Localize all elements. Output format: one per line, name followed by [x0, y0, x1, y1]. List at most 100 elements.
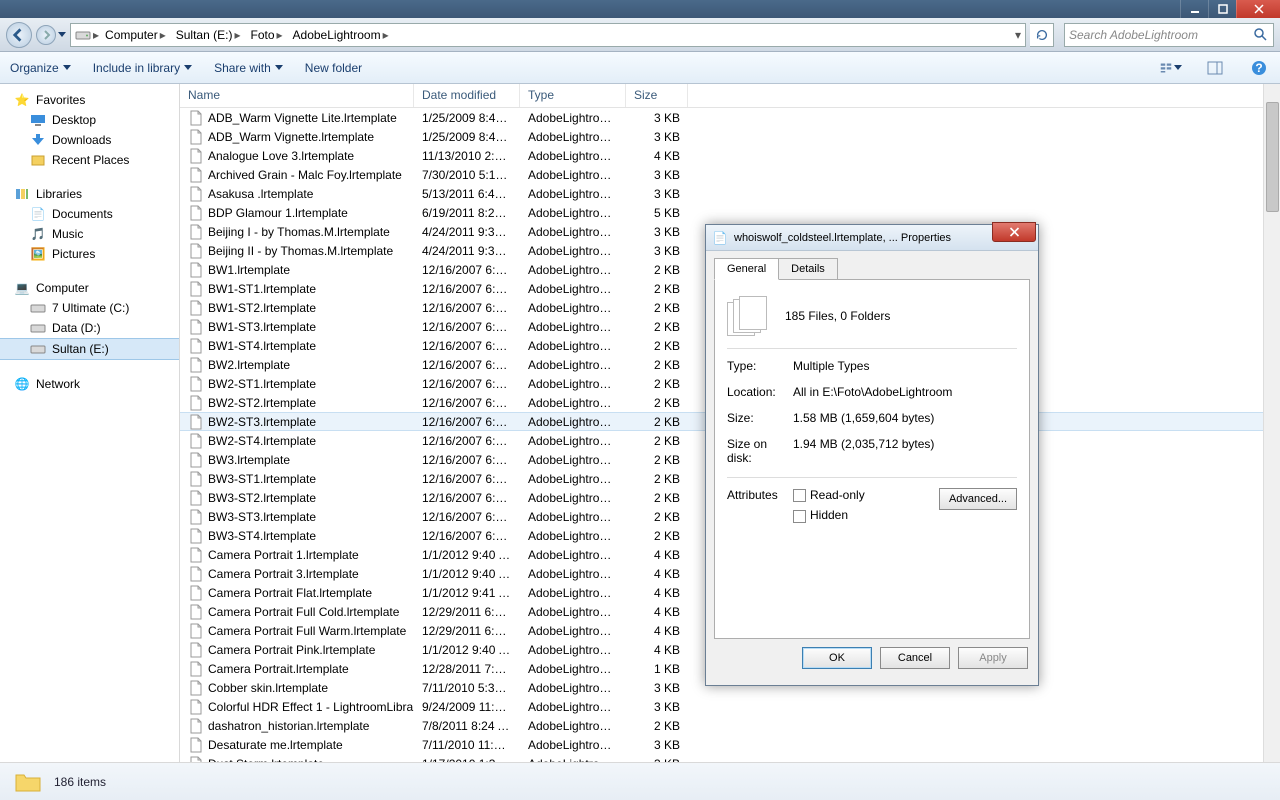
- table-row[interactable]: Archived Grain - Malc Foy.lrtemplate7/30…: [180, 165, 1280, 184]
- include-library-button[interactable]: Include in library: [93, 61, 192, 75]
- ok-button[interactable]: OK: [802, 647, 872, 669]
- view-options-button[interactable]: [1160, 57, 1182, 79]
- recent-icon: [30, 152, 46, 168]
- readonly-checkbox[interactable]: [793, 489, 806, 502]
- file-date: 12/16/2007 6:55 PM: [414, 491, 520, 505]
- forward-button[interactable]: [36, 25, 56, 45]
- file-icon: [188, 623, 204, 639]
- sidebar-item-pictures[interactable]: 🖼️Pictures: [0, 244, 179, 264]
- toolbar: Organize Include in library Share with N…: [0, 52, 1280, 84]
- table-row[interactable]: dashatron_historian.lrtemplate7/8/2011 8…: [180, 716, 1280, 735]
- file-date: 1/1/2012 9:41 AM: [414, 586, 520, 600]
- breadcrumb-seg[interactable]: Sultan (E:) ▸: [172, 28, 245, 42]
- file-name: ADB_Warm Vignette.lrtemplate: [208, 130, 374, 144]
- file-icon: [188, 167, 204, 183]
- sidebar-item-drive-c[interactable]: 7 Ultimate (C:): [0, 298, 179, 318]
- cancel-button[interactable]: Cancel: [880, 647, 950, 669]
- table-row[interactable]: ADB_Warm Vignette Lite.lrtemplate 1/25/20…: [180, 108, 1280, 127]
- history-dropdown-icon[interactable]: [58, 32, 66, 37]
- file-size: 3 KB: [626, 681, 688, 695]
- sidebar-libraries[interactable]: Libraries: [0, 184, 179, 204]
- preview-pane-button[interactable]: [1204, 57, 1226, 79]
- table-row[interactable]: BDP Glamour 1.lrtemplate6/19/2011 8:23 A…: [180, 203, 1280, 222]
- hidden-checkbox[interactable]: [793, 510, 806, 523]
- scrollbar[interactable]: [1263, 84, 1280, 762]
- back-button[interactable]: [6, 22, 32, 48]
- file-date: 1/1/2012 9:40 AM: [414, 548, 520, 562]
- apply-button[interactable]: Apply: [958, 647, 1028, 669]
- search-input[interactable]: Search AdobeLightroom: [1064, 23, 1274, 47]
- sidebar-item-recent[interactable]: Recent Places: [0, 150, 179, 170]
- minimize-button[interactable]: [1180, 0, 1208, 18]
- file-name: BW3-ST1.lrtemplate: [208, 472, 316, 486]
- breadcrumb-seg[interactable]: Computer ▸: [101, 28, 170, 42]
- sidebar-item-music[interactable]: 🎵Music: [0, 224, 179, 244]
- sidebar: ⭐Favorites Desktop Downloads Recent Plac…: [0, 84, 180, 762]
- file-type: AdobeLightroom.l...: [520, 510, 626, 524]
- share-with-button[interactable]: Share with: [214, 61, 283, 75]
- tab-general[interactable]: General: [714, 258, 779, 280]
- maximize-button[interactable]: [1208, 0, 1236, 18]
- file-name: dashatron_historian.lrtemplate: [208, 719, 369, 733]
- file-date: 1/25/2009 8:45 AM: [414, 111, 520, 125]
- file-type: AdobeLightroom.l...: [520, 757, 626, 763]
- sidebar-item-documents[interactable]: 📄Documents: [0, 204, 179, 224]
- breadcrumb-dropdown-icon[interactable]: ▾: [1015, 28, 1021, 42]
- refresh-button[interactable]: [1030, 23, 1054, 47]
- file-type: AdobeLightroom.l...: [520, 263, 626, 277]
- col-name[interactable]: Name: [180, 84, 414, 107]
- sidebar-favorites[interactable]: ⭐Favorites: [0, 90, 179, 110]
- col-date[interactable]: Date modified: [414, 84, 520, 107]
- file-type: AdobeLightroom.l...: [520, 453, 626, 467]
- chevron-icon: ▸: [93, 28, 99, 42]
- sidebar-item-drive-d[interactable]: Data (D:): [0, 318, 179, 338]
- table-row[interactable]: Desaturate me.lrtemplate7/11/2010 11:26 …: [180, 735, 1280, 754]
- dialog-close-button[interactable]: [992, 222, 1036, 242]
- dialog-titlebar[interactable]: 📄 whoiswolf_coldsteel.lrtemplate, ... Pr…: [706, 225, 1038, 251]
- table-row[interactable]: ADB_Warm Vignette.lrtemplate1/25/2009 8:…: [180, 127, 1280, 146]
- file-date: 12/16/2007 6:54 PM: [414, 358, 520, 372]
- breadcrumb[interactable]: ▸ Computer ▸ Sultan (E:) ▸ Foto ▸ AdobeL…: [70, 23, 1026, 47]
- file-name: Camera Portrait Full Cold.lrtemplate: [208, 605, 399, 619]
- file-name: Camera Portrait Full Warm.lrtemplate: [208, 624, 406, 638]
- file-name: Colorful HDR Effect 1 - LightroomLibrary…: [208, 700, 414, 714]
- navbar: ▸ Computer ▸ Sultan (E:) ▸ Foto ▸ AdobeL…: [0, 18, 1280, 52]
- sidebar-item-downloads[interactable]: Downloads: [0, 130, 179, 150]
- tab-details[interactable]: Details: [779, 258, 838, 280]
- col-type[interactable]: Type: [520, 84, 626, 107]
- organize-button[interactable]: Organize: [10, 61, 71, 75]
- breadcrumb-seg[interactable]: AdobeLightroom ▸: [289, 28, 393, 42]
- search-placeholder: Search AdobeLightroom: [1069, 28, 1198, 42]
- table-row[interactable]: Asakusa .lrtemplate5/13/2011 6:47 PMAdob…: [180, 184, 1280, 203]
- sidebar-item-desktop[interactable]: Desktop: [0, 110, 179, 130]
- file-icon: [188, 680, 204, 696]
- close-button[interactable]: [1236, 0, 1280, 18]
- file-date: 4/24/2011 9:34 AM: [414, 244, 520, 258]
- file-icon: [188, 338, 204, 354]
- file-type: AdobeLightroom.l...: [520, 111, 626, 125]
- sidebar-network[interactable]: 🌐Network: [0, 374, 179, 394]
- drive-icon: [30, 300, 46, 316]
- table-row[interactable]: Colorful HDR Effect 1 - LightroomLibrary…: [180, 697, 1280, 716]
- sidebar-computer[interactable]: 💻Computer: [0, 278, 179, 298]
- music-icon: 🎵: [30, 226, 46, 242]
- sidebar-item-drive-e[interactable]: Sultan (E:): [0, 338, 179, 360]
- breadcrumb-seg[interactable]: Foto ▸: [246, 28, 286, 42]
- file-date: 9/24/2009 11:09 AM: [414, 700, 520, 714]
- file-type: AdobeLightroom.l...: [520, 149, 626, 163]
- file-type: AdobeLightroom.l...: [520, 624, 626, 638]
- col-size[interactable]: Size: [626, 84, 688, 107]
- help-button[interactable]: ?: [1248, 57, 1270, 79]
- file-name: ADB_Warm Vignette Lite.lrtemplate: [208, 111, 397, 125]
- file-name: BW2-ST4.lrtemplate: [208, 434, 316, 448]
- file-type: AdobeLightroom.l...: [520, 529, 626, 543]
- file-icon: [188, 148, 204, 164]
- advanced-button[interactable]: Advanced...: [939, 488, 1017, 510]
- file-icon: [188, 433, 204, 449]
- column-headers[interactable]: Name Date modified Type Size: [180, 84, 1280, 108]
- table-row[interactable]: Analogue Love 3.lrtemplate11/13/2010 2:3…: [180, 146, 1280, 165]
- file-size: 2 KB: [626, 320, 688, 334]
- table-row[interactable]: Dust Storm.lrtemplate1/17/2010 1:37 PMAd…: [180, 754, 1280, 762]
- new-folder-button[interactable]: New folder: [305, 61, 362, 75]
- file-type: AdobeLightroom.l...: [520, 282, 626, 296]
